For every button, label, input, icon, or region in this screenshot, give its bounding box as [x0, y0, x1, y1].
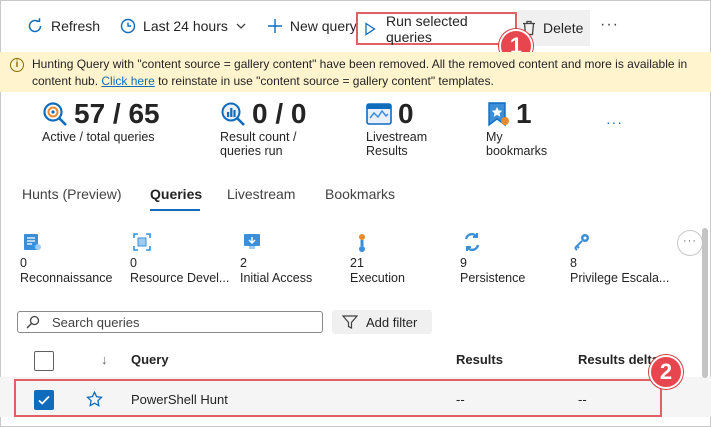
query-column-header[interactable]: Query: [131, 352, 169, 367]
metric-label-line2: Results: [366, 144, 408, 158]
chevron-down-icon: [236, 23, 246, 29]
tactic-reconnaissance[interactable]: 0 Reconnaissance: [20, 230, 132, 286]
tactic-initial-access[interactable]: 2 Initial Access: [240, 230, 352, 286]
metric-livestream-results: 0 Livestream Results: [366, 98, 427, 158]
tactic-count: 0: [130, 256, 137, 270]
tactic-name: Resource Devel...: [130, 271, 230, 285]
select-all-checkbox[interactable]: [34, 351, 54, 371]
tactic-name: Persistence: [460, 271, 526, 285]
tactic-name: Execution: [350, 271, 405, 285]
info-icon: i: [10, 58, 24, 72]
active-tab-indicator: [150, 209, 200, 211]
refresh-button[interactable]: Refresh: [20, 10, 106, 42]
more-actions-button[interactable]: ···: [600, 16, 619, 34]
results-delta-column-header[interactable]: Results delta: [578, 352, 660, 367]
delete-label: Delete: [543, 20, 584, 36]
target-search-icon: [43, 102, 67, 126]
metric-label: Active / total queries: [42, 130, 155, 144]
results-column-header[interactable]: Results: [456, 352, 503, 367]
refresh-icon: [28, 18, 42, 33]
callout-badge-2: 2: [649, 355, 683, 389]
banner-link[interactable]: Click here: [101, 74, 154, 88]
execution-icon: [359, 234, 365, 252]
bookmark-icon: [488, 102, 509, 127]
play-icon: [365, 21, 376, 36]
chart-search-icon: [221, 102, 245, 126]
tab-livestream[interactable]: Livestream: [227, 186, 295, 202]
search-box: [17, 311, 323, 333]
run-selected-queries-button[interactable]: Run selected queries: [356, 12, 517, 45]
time-range-label: Last 24 hours: [143, 18, 228, 34]
tactic-name: Initial Access: [240, 271, 313, 285]
metric-label-line1: Livestream: [366, 130, 428, 144]
metric-label-line2: queries run: [220, 144, 283, 158]
initial-access-icon: [244, 234, 260, 249]
tactic-count: 2: [240, 256, 247, 270]
tactic-count: 8: [570, 256, 577, 270]
metric-value: 57 / 65: [74, 98, 160, 129]
tactic-count: 0: [20, 256, 27, 270]
privilege-escalation-icon: [574, 234, 589, 251]
tactic-count: 21: [350, 256, 364, 270]
plus-icon: [267, 19, 282, 33]
metric-label-line2: bookmarks: [486, 144, 548, 158]
persistence-icon: [464, 232, 480, 252]
resource-development-icon: [133, 233, 151, 251]
tactic-name: Privilege Escala...: [570, 271, 670, 285]
metric-result-count: 0 / 0 Result count / queries run: [220, 98, 306, 158]
tactic-execution[interactable]: 21 Execution: [350, 230, 462, 286]
vertical-scrollbar[interactable]: [702, 228, 708, 378]
search-icon: [26, 315, 40, 329]
livestream-icon: [366, 103, 392, 125]
tab-bar: Hunts (Preview) Queries Livestream Bookm…: [0, 184, 711, 216]
refresh-label: Refresh: [51, 18, 101, 34]
clock-icon: [120, 18, 136, 34]
reconnaissance-icon: [24, 234, 41, 250]
add-filter-label: Add filter: [366, 314, 418, 330]
tab-queries[interactable]: Queries: [150, 186, 202, 202]
tactics-more-button[interactable]: ···: [677, 230, 703, 256]
new-query-button[interactable]: New query: [261, 10, 363, 42]
tab-hunts-preview[interactable]: Hunts (Preview): [22, 186, 122, 202]
tactic-count: 9: [460, 256, 467, 270]
tactic-persistence[interactable]: 9 Persistence: [460, 230, 572, 286]
metrics-more-button[interactable]: ···: [606, 114, 623, 130]
tab-bookmarks[interactable]: Bookmarks: [325, 186, 395, 202]
tactic-resource-development[interactable]: 0 Resource Devel...: [130, 230, 242, 286]
tactic-privilege-escalation[interactable]: 8 Privilege Escala...: [570, 230, 682, 286]
banner-text-after: to reinstate in use "content source = ga…: [154, 74, 494, 88]
info-banner: i Hunting Query with "content source = g…: [0, 52, 711, 92]
metric-active-total: 57 / 65 Active / total queries: [42, 98, 160, 144]
sort-column-header[interactable]: ↓: [101, 352, 108, 367]
add-filter-button[interactable]: Add filter: [332, 310, 432, 334]
row-highlight-outline: [14, 379, 662, 417]
metric-value: 1: [516, 98, 532, 129]
run-selected-label: Run selected queries: [386, 12, 468, 45]
time-range-dropdown[interactable]: Last 24 hours: [114, 10, 253, 42]
tactic-name: Reconnaissance: [20, 271, 113, 285]
new-query-label: New query: [289, 18, 357, 34]
metric-value: 0: [398, 98, 414, 129]
metric-my-bookmarks: 1 My bookmarks: [486, 98, 547, 158]
metric-label-line1: My: [486, 130, 503, 144]
metric-label-line1: Result count /: [220, 130, 297, 144]
metric-value: 0 / 0: [252, 98, 307, 129]
table-header: ↓ Query Results Results delta: [0, 344, 711, 374]
search-input[interactable]: [52, 314, 292, 330]
filter-icon: [342, 315, 358, 329]
